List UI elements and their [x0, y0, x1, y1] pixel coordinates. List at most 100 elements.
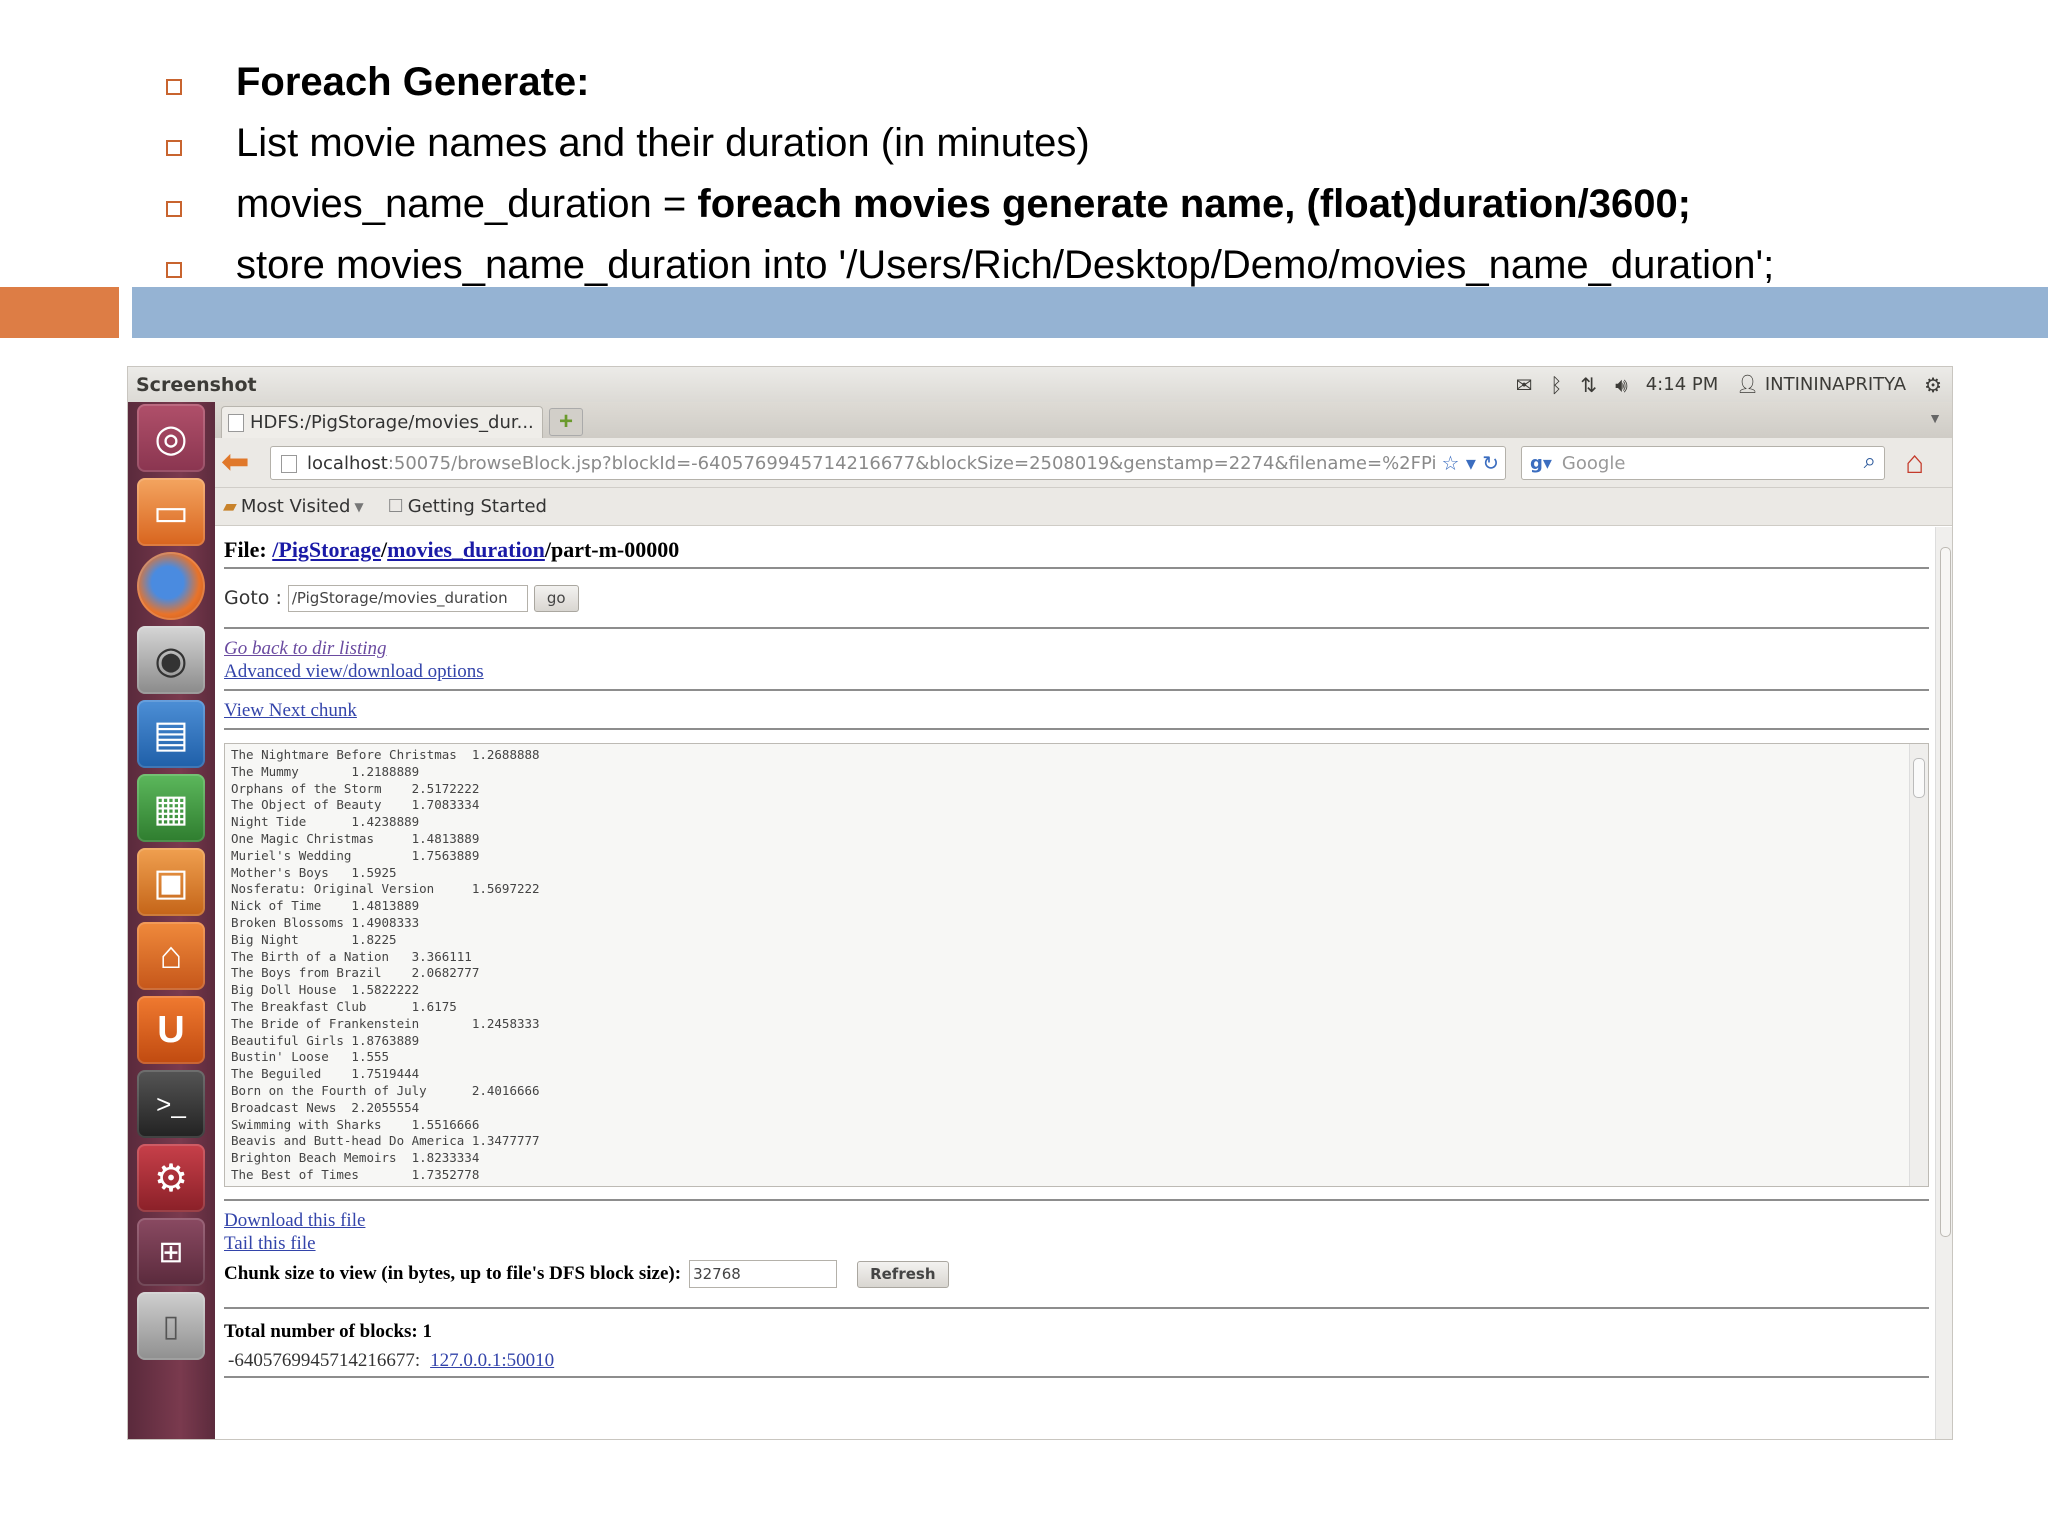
bookmark-most-visited[interactable]: ▰ Most Visited ▼ [223, 496, 364, 517]
accent-band-orange [0, 287, 119, 338]
impress-icon[interactable]: ▣ [137, 848, 205, 916]
user-icon: 👤︎ [1736, 374, 1760, 395]
file-contents-textarea[interactable]: The Nightmare Before Christmas 1.2688888… [224, 743, 1929, 1187]
writer-icon[interactable]: ▤ [137, 700, 205, 768]
scroll-thumb[interactable] [1913, 758, 1925, 798]
page-icon [228, 413, 244, 432]
gear-icon[interactable]: ⚙ [1924, 373, 1942, 397]
reload-icon[interactable]: ☆ ▾ ↻ [1435, 451, 1499, 475]
bullet-item: List movie names and their duration (in … [166, 113, 2046, 174]
bookmark-getting-started[interactable]: ☐ Getting Started [388, 496, 547, 517]
view-next-chunk-link[interactable]: View Next chunk [224, 699, 1935, 722]
chunk-size-input[interactable] [689, 1260, 838, 1288]
tab-hdfs[interactable]: HDFS:/PigStorage/movies_dur... [221, 406, 543, 438]
page-icon: ☐ [387, 496, 404, 517]
home-icon[interactable]: ⌂ [1905, 444, 1924, 481]
divider [224, 728, 1929, 730]
scroll-thumb[interactable] [1940, 547, 1951, 1237]
page-scrollbar[interactable] [1935, 527, 1952, 1439]
bookmark-label: Getting Started [407, 496, 547, 517]
bullet-item: movies_name_duration = foreach movies ge… [166, 174, 2046, 235]
bullet-box-icon [166, 139, 182, 156]
navigation-bar: ⬅ localhost:50075/browseBlock.jsp?blockI… [215, 438, 1952, 488]
nav-links: Go back to dir listing Advanced view/dow… [224, 629, 1935, 689]
back-to-dir-link[interactable]: Go back to dir listing [224, 637, 1935, 660]
bullet-text: Foreach Generate: [236, 60, 590, 104]
file-label: File: [224, 537, 273, 562]
chevron-down-icon: ▼ [354, 499, 364, 514]
user-name: INTININAPRITYA [1764, 374, 1907, 395]
trash-icon[interactable]: ▯ [137, 1292, 205, 1360]
bookmarks-bar: ▰ Most Visited ▼ ☐ Getting Started [215, 488, 1952, 526]
refresh-button[interactable]: Refresh [857, 1260, 949, 1288]
goto-row: Goto : go [224, 569, 1935, 627]
search-placeholder: Google [1561, 452, 1626, 474]
bullet-text: movies_name_duration = [236, 182, 698, 226]
google-icon[interactable]: g▾ [1530, 453, 1552, 474]
camera-icon[interactable]: ◉ [137, 626, 205, 694]
bullet-box-icon [166, 261, 182, 278]
firefox-icon[interactable] [137, 552, 205, 620]
bullet-code: foreach movies generate name, (float)dur… [697, 182, 1692, 226]
file-heading: File: /PigStorage/movies_duration/part-m… [224, 537, 1935, 567]
browser-window: HDFS:/PigStorage/movies_dur... + ▼ ⬅ loc… [215, 402, 1952, 1439]
user-menu[interactable]: 👤︎ INTININAPRITYA [1736, 374, 1906, 395]
back-arrow-icon[interactable]: ⬅ [221, 445, 250, 479]
bullet-text: store movies_name_duration into '/Users/… [236, 243, 1775, 287]
system-settings-icon[interactable]: ⚙ [137, 1144, 205, 1212]
volume-icon[interactable]: 🔊︎ [1615, 373, 1628, 397]
slide-bullets: Foreach Generate: List movie names and t… [166, 52, 2046, 296]
datanode-link[interactable]: 127.0.0.1:50010 [430, 1350, 554, 1372]
workspaces-icon[interactable]: ⊞ [137, 1218, 205, 1286]
files-icon[interactable]: ▭ [137, 478, 205, 546]
divider [224, 1376, 1929, 1378]
bullet-box-icon [166, 200, 182, 217]
goto-label: Goto : [224, 587, 282, 609]
screenshot-window: Screenshot ✉ ᛒ ⇅ 🔊︎ 4:14 PM 👤︎ INTININAP… [127, 366, 1953, 1440]
tail-file-link[interactable]: Tail this file [224, 1232, 1935, 1255]
file-actions: Download this file Tail this file [224, 1201, 1935, 1255]
tab-bar: HDFS:/PigStorage/movies_dur... + ▼ [215, 402, 1952, 438]
search-bar[interactable]: g▾ Google ⌕ [1521, 446, 1885, 480]
system-top-bar: Screenshot ✉ ᛒ ⇅ 🔊︎ 4:14 PM 👤︎ INTININAP… [128, 367, 1952, 402]
block-id: -6405769945714216677: [228, 1350, 421, 1371]
bluetooth-icon[interactable]: ᛒ [1550, 373, 1562, 397]
divider [224, 1307, 1929, 1309]
bookmark-label: Most Visited [240, 496, 351, 517]
accent-band-blue [132, 287, 2048, 338]
bullet-item: Foreach Generate: [166, 52, 2046, 113]
calc-icon[interactable]: ▦ [137, 774, 205, 842]
system-tray: ✉ ᛒ ⇅ 🔊︎ 4:14 PM 👤︎ INTININAPRITYA ⚙ [1516, 373, 1942, 397]
unity-launcher: ◎ ▭ ◉ ▤ ▦ ▣ ⌂ U >_ ⚙ ⊞ ▯ [128, 402, 215, 1439]
path-rest: /part-m-00000 [544, 537, 680, 562]
url-bar[interactable]: localhost:50075/browseBlock.jsp?blockId=… [270, 446, 1506, 480]
software-center-icon[interactable]: ⌂ [137, 922, 205, 990]
page-icon [281, 455, 297, 473]
bullet-text: List movie names and their duration (in … [236, 121, 1090, 165]
go-button[interactable]: go [533, 584, 579, 612]
ubuntu-home-icon[interactable]: ◎ [137, 404, 205, 472]
new-tab-button[interactable]: + [549, 408, 583, 436]
file-contents: The Nightmare Before Christmas 1.2688888… [231, 747, 540, 1182]
goto-input[interactable] [287, 584, 528, 612]
chunk-size-label: Chunk size to view (in bytes, up to file… [224, 1263, 682, 1284]
advanced-options-link[interactable]: Advanced view/download options [224, 660, 1935, 683]
block-row: -6405769945714216677: 127.0.0.1:50010 [224, 1346, 1935, 1376]
mail-icon[interactable]: ✉ [1516, 373, 1533, 397]
path-link-movies-duration[interactable]: movies_duration [387, 537, 545, 562]
tab-title: HDFS:/PigStorage/movies_dur... [250, 412, 534, 433]
page-content: File: /PigStorage/movies_duration/part-m… [215, 527, 1935, 1439]
search-icon[interactable]: ⌕ [1864, 449, 1876, 474]
network-icon[interactable]: ⇅ [1580, 373, 1597, 397]
clock[interactable]: 4:14 PM [1646, 374, 1719, 395]
window-title: Screenshot [136, 373, 257, 396]
path-link-pigstorage[interactable]: /PigStorage [272, 537, 381, 562]
terminal-icon[interactable]: >_ [137, 1070, 205, 1138]
download-file-link[interactable]: Download this file [224, 1209, 1935, 1232]
tab-list-icon[interactable]: ▼ [1928, 410, 1942, 426]
ubuntu-one-icon[interactable]: U [137, 996, 205, 1064]
total-blocks: Total number of blocks: 1 [224, 1321, 432, 1342]
chunk-size-row: Chunk size to view (in bytes, up to file… [224, 1255, 1935, 1293]
textarea-scrollbar[interactable] [1909, 744, 1928, 1186]
folder-icon: ▰ [223, 496, 237, 517]
